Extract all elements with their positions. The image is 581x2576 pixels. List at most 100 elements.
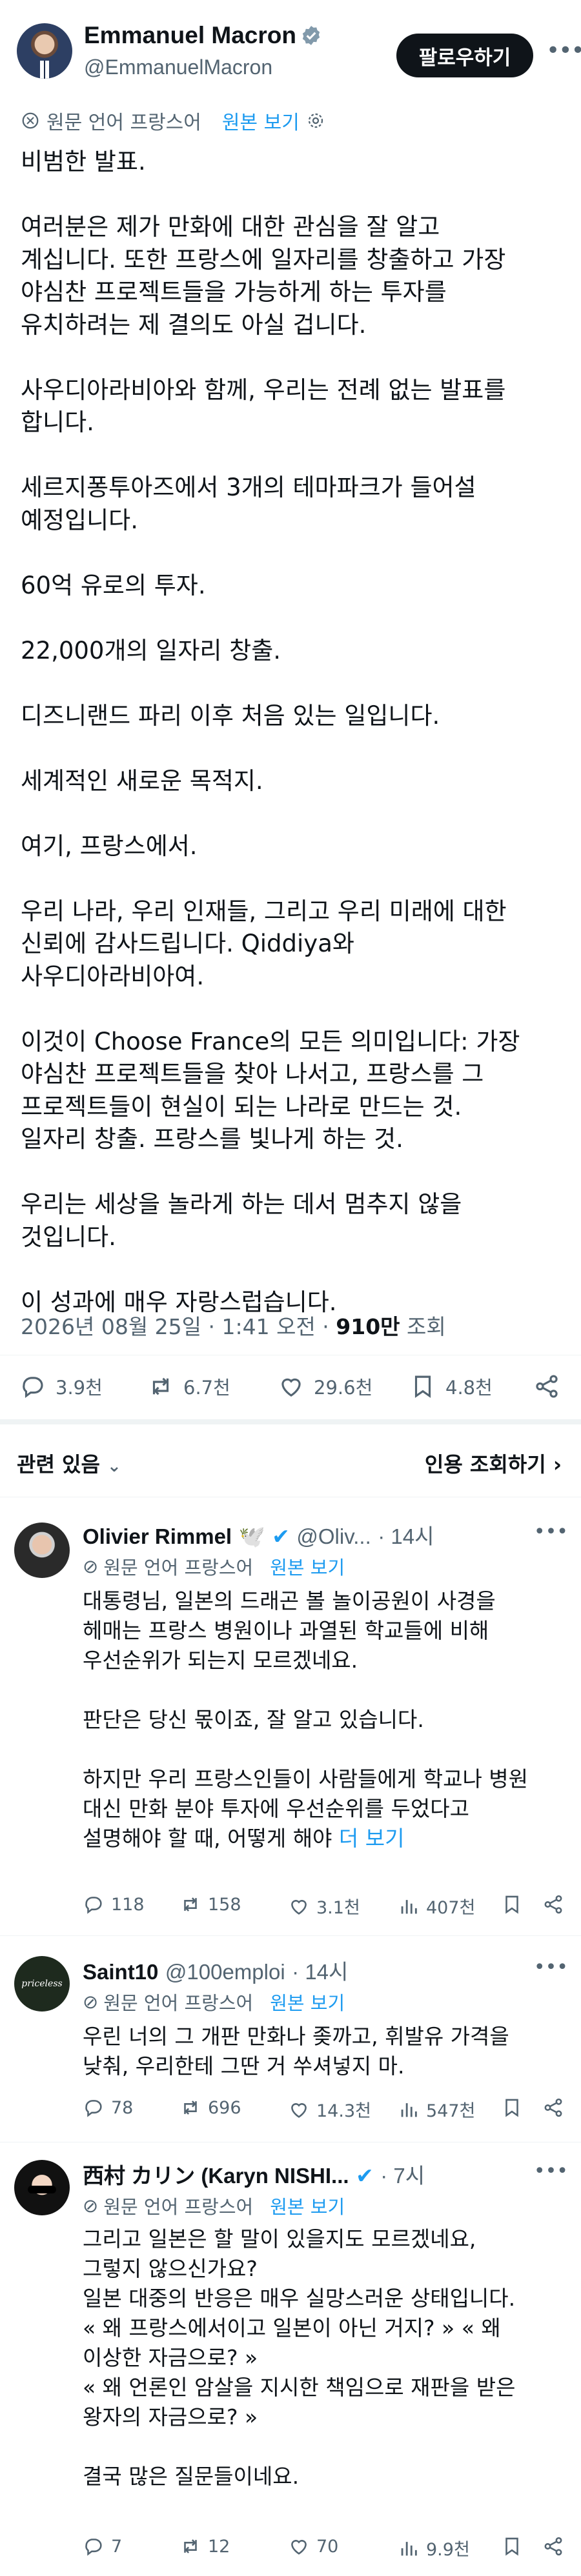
reply-translation-row: ⊘ 원문 언어 프랑스어 원본 보기	[83, 1553, 345, 1580]
reply-avatar[interactable]	[14, 1523, 70, 1578]
reply-avatar[interactable]	[14, 2160, 70, 2215]
views-button[interactable]: 407천	[398, 1893, 475, 1919]
bookmark-icon	[505, 2537, 518, 2556]
reply-button[interactable]: 3.9천	[19, 1373, 103, 1400]
reply-item[interactable]: priceless Saint10 @100emploi · 14시 ••• ⊘…	[0, 1948, 581, 2142]
share-icon	[536, 1375, 558, 1398]
reply-item[interactable]: Olivier Rimmel 🕊️ ✔ @Oliv... · 14시 ••• ⊘…	[0, 1513, 581, 1935]
share-button[interactable]	[542, 2097, 571, 2119]
bookmark-button[interactable]	[501, 2097, 529, 2119]
view-quotes-label: 인용 조회하기	[424, 1452, 546, 1477]
reply-author-name[interactable]: Saint10	[83, 1960, 158, 1984]
repost-button[interactable]: 696	[179, 2097, 241, 2119]
repost-icon	[184, 1897, 197, 1912]
reply-count: 3.9천	[56, 1377, 103, 1399]
reply-button[interactable]: 78	[83, 2097, 133, 2119]
reply-header: 西村 カリン (Karyn NISHI... ✔ · 7시	[83, 2159, 573, 2190]
like-button[interactable]: 3.1천	[288, 1893, 360, 1919]
views-chart-icon	[401, 2102, 417, 2117]
chevron-down-icon: ⌄	[107, 1457, 121, 1476]
heart-icon	[291, 2540, 307, 2555]
reply-body: 그리고 일본은 할 말이 있을지도 모르겠네요, 그렇지 않으신가요? 일본 대…	[83, 2226, 516, 2489]
views-count: 9.9천	[426, 2540, 470, 2560]
reply-author-handle[interactable]: @100emploi	[165, 1960, 285, 1984]
reply-time[interactable]: · 14시	[378, 1524, 434, 1548]
translate-icon: ⊘	[83, 1991, 99, 2013]
like-button[interactable]: 70	[288, 2535, 338, 2557]
reply-actions: 118 158 3.1천 407천	[83, 1893, 573, 1926]
views-count: 910만	[336, 1314, 400, 1339]
reply-more-icon[interactable]: •••	[534, 1956, 568, 1979]
author-name[interactable]: Emmanuel Macron	[84, 22, 296, 48]
like-count: 3.1천	[316, 1898, 360, 1918]
share-button[interactable]	[533, 1373, 569, 1400]
related-sort[interactable]: 관련 있음 ⌄	[17, 1448, 121, 1478]
repost-button[interactable]: 158	[179, 1893, 241, 1915]
translation-label: 원문 언어 프랑스어	[103, 1992, 254, 2014]
reply-more-icon[interactable]: •••	[534, 2160, 568, 2182]
reply-author-handle[interactable]: @Oliv...	[296, 1524, 371, 1548]
bookmark-button[interactable]	[501, 2535, 529, 2557]
tweet-detail-page: Emmanuel Macron @EmmanuelMacron 팔로우하기 ••…	[0, 0, 581, 2576]
reply-count: 78	[111, 2097, 134, 2118]
author-handle[interactable]: @EmmanuelMacron	[84, 55, 272, 79]
reply-more-icon[interactable]: •••	[534, 1521, 568, 1543]
author-avatar[interactable]	[17, 23, 72, 79]
show-original-link[interactable]: 원본 보기	[270, 2192, 345, 2219]
reply-button[interactable]: 118	[83, 1893, 145, 1915]
more-options-icon[interactable]: •••	[546, 37, 581, 64]
verified-badge-icon	[302, 26, 320, 45]
show-original-link[interactable]: 원본 보기	[270, 1553, 345, 1580]
reply-icon	[23, 1377, 43, 1399]
reply-avatar[interactable]: priceless	[14, 1956, 70, 2012]
reply-icon	[85, 2539, 102, 2556]
dove-icon: 🕊️	[238, 1524, 265, 1549]
show-more-link[interactable]: 더 보기	[339, 1826, 405, 1851]
divider	[0, 1935, 581, 1936]
settings-gear-icon[interactable]	[306, 111, 325, 130]
translation-label: 원문 언어 프랑스어	[103, 1557, 254, 1579]
share-button[interactable]	[542, 2535, 571, 2557]
show-original-link[interactable]: 원본 보기	[270, 1988, 345, 2015]
verified-badge-icon: ✔	[356, 2163, 374, 2188]
verified-badge-icon: ✔	[272, 1524, 290, 1549]
reply-header: Olivier Rimmel 🕊️ ✔ @Oliv... · 14시	[83, 1519, 573, 1550]
chevron-right-icon: ›	[553, 1452, 562, 1477]
views-button[interactable]: 9.9천	[398, 2535, 470, 2561]
reply-translation-row: ⊘ 원문 언어 프랑스어 원본 보기	[83, 2192, 345, 2219]
share-button[interactable]	[542, 1893, 571, 1915]
reply-body: 대통령님, 일본의 드래곤 볼 놀이공원이 사경을 헤매는 프랑스 병원이나 과…	[83, 1588, 529, 1851]
reply-icon	[85, 2100, 102, 2117]
heart-icon	[291, 2102, 307, 2118]
repost-icon	[152, 1377, 169, 1395]
repost-button[interactable]: 12	[179, 2535, 230, 2557]
bookmark-button[interactable]	[501, 1893, 529, 1915]
views-count: 407천	[426, 1898, 476, 1918]
show-original-link[interactable]: 원본 보기	[222, 106, 300, 135]
reply-time[interactable]: · 7시	[380, 2164, 425, 2188]
tweet-header: Emmanuel Macron @EmmanuelMacron 팔로우하기 ••…	[0, 0, 581, 97]
avatar-text: priceless	[21, 1979, 63, 1989]
translation-row: 원문 언어 프랑스어 원본 보기	[21, 106, 325, 135]
like-button[interactable]: 29.6천	[278, 1373, 372, 1400]
author-name-row[interactable]: Emmanuel Macron	[84, 22, 322, 49]
bookmark-button[interactable]: 4.8천	[409, 1373, 493, 1400]
reply-actions: 7 12 70 9.9천	[83, 2535, 573, 2568]
reply-author-name[interactable]: Olivier Rimmel	[83, 1524, 232, 1548]
view-quotes-link[interactable]: 인용 조회하기 ›	[425, 1448, 562, 1478]
reply-count: 7	[111, 2536, 123, 2557]
sunglasses-icon	[28, 2186, 56, 2193]
reply-author-name[interactable]: 西村 カリン (Karyn NISHI...	[83, 2164, 349, 2188]
views-button[interactable]: 547천	[398, 2097, 475, 2122]
repost-icon	[184, 2539, 197, 2553]
follow-button[interactable]: 팔로우하기	[396, 34, 533, 77]
repost-count: 158	[208, 1894, 241, 1915]
tweet-date[interactable]: 2026년 08월 25일 · 1:41 오전 ·	[21, 1314, 336, 1339]
repost-button[interactable]: 6.7천	[147, 1373, 230, 1400]
like-button[interactable]: 14.3천	[288, 2097, 371, 2122]
reply-time[interactable]: · 14시	[292, 1960, 348, 1984]
reply-button[interactable]: 7	[83, 2535, 122, 2557]
reply-item[interactable]: 西村 カリン (Karyn NISHI... ✔ · 7시 ••• ⊘ 원문 언…	[0, 2155, 581, 2576]
reply-actions: 78 696 14.3천 547천	[83, 2097, 573, 2129]
share-icon	[544, 1895, 562, 1914]
